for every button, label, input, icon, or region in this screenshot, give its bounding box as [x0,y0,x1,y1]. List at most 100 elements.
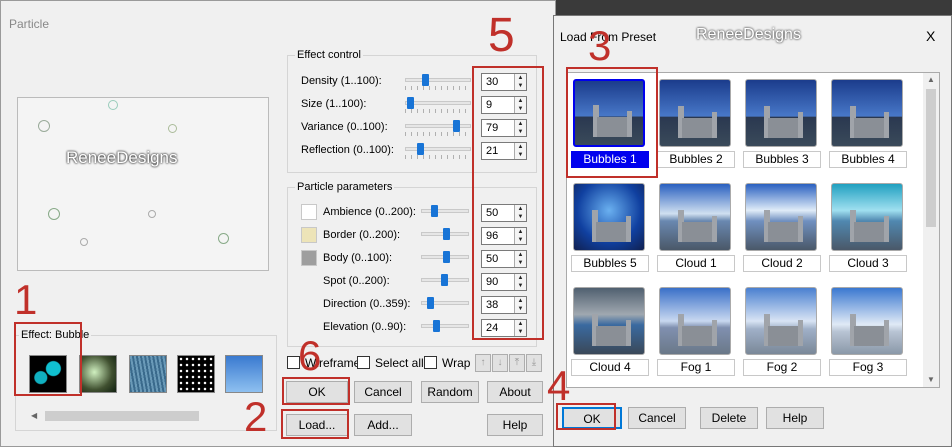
preset-tile[interactable]: Cloud 1 [655,179,735,279]
random-button[interactable]: Random [421,381,479,403]
direction-row: Direction (0..359): [323,296,473,314]
preset-tile[interactable]: Fog 3 [827,283,907,383]
move-top-icon[interactable]: ⤒ [509,354,525,372]
preset-watermark: ReneeDesigns [696,26,801,43]
preset-delete-button[interactable]: Delete [700,407,758,429]
preset-tile[interactable]: Bubbles 4 [827,75,907,175]
preset-tile[interactable]: Bubbles 2 [655,75,735,175]
preset-thumbnail [573,287,645,355]
reflection-slider-thumb[interactable] [417,143,424,155]
variance-label: Variance (0..100): [301,121,388,133]
effect-glow-thumbnail[interactable] [79,355,117,393]
help-button[interactable]: Help [487,414,543,436]
ambience-track[interactable] [421,209,469,213]
size-track[interactable] [405,101,471,105]
annotation-box [14,322,82,396]
annotation-box [566,67,658,178]
bubble [38,120,50,132]
scroll-left-icon[interactable]: ◀ [31,411,37,420]
preset-thumbnail [573,183,645,251]
body-row: Body (0..100): [323,250,473,268]
border-swatch[interactable] [301,227,317,243]
bubble [218,233,229,244]
preset-thumbnail [831,183,903,251]
preset-label: Fog 2 [743,359,821,376]
density-track[interactable] [405,78,471,82]
preview-watermark: ReneeDesigns [66,148,178,167]
bubble [48,208,60,220]
annotation-number: 4 [547,362,571,409]
elevation-track[interactable] [421,324,469,328]
ambience-label: Ambience (0..200): [323,206,416,218]
preset-tile[interactable]: Cloud 3 [827,179,907,279]
annotation-number: 6 [298,332,322,379]
density-label: Density (1..100): [301,75,382,87]
move-bottom-icon[interactable]: ⤓ [526,354,542,372]
preset-tile[interactable]: Bubbles 3 [741,75,821,175]
wrap-label: Wrap [442,356,471,370]
ambience-swatch[interactable] [301,204,317,220]
direction-label: Direction (0..359): [323,298,411,310]
body-slider-thumb[interactable] [443,251,450,263]
ambience-row: Ambience (0..200): [323,204,473,222]
scroll-up-icon[interactable]: ▲ [927,75,935,84]
elevation-label: Elevation (0..90): [323,321,407,333]
annotation-number: 3 [588,22,612,69]
preset-tile[interactable]: Fog 1 [655,283,735,383]
preset-tile[interactable]: Fog 2 [741,283,821,383]
cancel-button[interactable]: Cancel [354,381,412,403]
select-all-label: Select all [375,356,424,370]
dialog-title: Particle [9,17,50,31]
preset-label: Bubbles 3 [743,151,821,168]
preset-label: Cloud 1 [657,255,735,272]
spot-row: Spot (0..200): [323,273,473,291]
effect-scrollbar[interactable]: ◀ [29,409,267,423]
density-slider-thumb[interactable] [422,74,429,86]
effect-rain-thumbnail[interactable] [129,355,167,393]
scrollbar-thumb[interactable] [926,89,936,227]
preset-thumbnail [659,183,731,251]
spot-slider-thumb[interactable] [441,274,448,286]
annotation-number: 2 [244,393,268,440]
variance-slider-thumb[interactable] [453,120,460,132]
preset-thumbnail [659,287,731,355]
preset-help-button[interactable]: Help [766,407,824,429]
preset-scrollbar[interactable]: ▲ ▼ [923,73,939,387]
move-up-icon[interactable]: ↑ [475,354,491,372]
move-down-icon[interactable]: ↓ [492,354,508,372]
preset-tile[interactable]: Bubbles 5 [569,179,649,279]
effect-sky-thumbnail[interactable] [225,355,263,393]
annotation-number: 1 [14,276,38,323]
preset-label: Bubbles 2 [657,151,735,168]
size-slider-thumb[interactable] [407,97,414,109]
annotation-box [472,66,544,340]
border-slider-thumb[interactable] [443,228,450,240]
size-label: Size (1..100): [301,98,367,110]
preset-label: Cloud 3 [829,255,907,272]
preset-thumbnail [745,287,817,355]
elevation-slider-thumb[interactable] [433,320,440,332]
scroll-down-icon[interactable]: ▼ [927,375,935,384]
select-all-checkbox[interactable] [357,356,370,369]
preset-thumbnail [831,287,903,355]
body-swatch[interactable] [301,250,317,266]
variance-track[interactable] [405,124,471,128]
preset-label: Cloud 4 [571,359,649,376]
reflection-track[interactable] [405,147,471,151]
ambience-slider-thumb[interactable] [431,205,438,217]
add-button[interactable]: Add... [354,414,412,436]
scrollbar-thumb[interactable] [45,411,199,421]
effect-stars-thumbnail[interactable] [177,355,215,393]
about-button[interactable]: About [487,381,543,403]
preset-thumbnail [659,79,731,147]
preset-cancel-button[interactable]: Cancel [628,407,686,429]
preview-area: ReneeDesigns [17,97,269,271]
body-label: Body (0..100): [323,252,393,264]
direction-slider-thumb[interactable] [427,297,434,309]
preset-thumbnail [745,183,817,251]
preset-tile[interactable]: Cloud 4 [569,283,649,383]
preset-tile[interactable]: Cloud 2 [741,179,821,279]
close-icon[interactable]: X [926,28,935,44]
border-row: Border (0..200): [323,227,473,245]
wrap-checkbox[interactable] [424,356,437,369]
